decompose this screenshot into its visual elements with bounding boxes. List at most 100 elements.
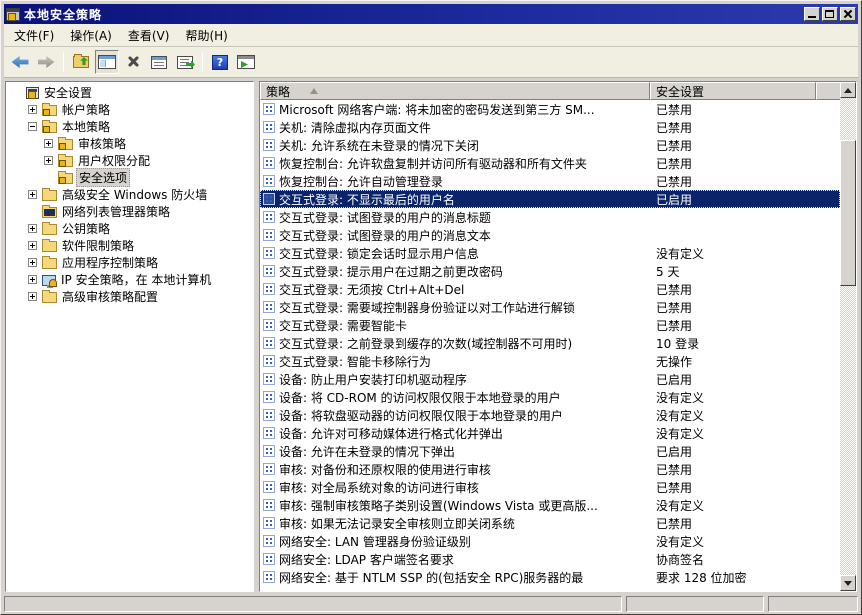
toolbar-delete-button[interactable] — [121, 50, 145, 74]
tree-item[interactable]: 高级审核策略配置 — [6, 288, 253, 305]
policy-doc-icon — [263, 373, 275, 385]
policy-row[interactable]: 恢复控制台: 允许软盘复制并访问所有驱动器和所有文件夹已禁用 — [260, 154, 840, 172]
folder-icon — [42, 224, 57, 235]
tree-item-label: 高级安全 Windows 防火墙 — [60, 186, 209, 203]
policy-row[interactable]: 网络安全: 基于 NTLM SSP 的(包括安全 RPC)服务器的最要求 128… — [260, 568, 840, 586]
policy-row[interactable]: 关机: 允许系统在未登录的情况下关闭已禁用 — [260, 136, 840, 154]
menu-view[interactable]: 查看(V) — [120, 24, 178, 47]
policy-doc-icon — [263, 175, 275, 187]
expand-plus-icon[interactable] — [28, 292, 37, 301]
menu-file[interactable]: 文件(F) — [6, 24, 62, 47]
policy-name: 网络安全: LDAP 客户端签名要求 — [279, 551, 650, 568]
scroll-down-button[interactable] — [840, 575, 856, 591]
toolbar-export-list-button[interactable] — [173, 50, 197, 74]
toolbar-back-button[interactable] — [8, 50, 32, 74]
tree-item[interactable]: 安全设置 — [6, 84, 253, 101]
forward-arrow-icon — [38, 56, 55, 68]
vertical-scrollbar[interactable] — [840, 82, 856, 591]
tree-item[interactable]: IP 安全策略，在 本地计算机 — [6, 271, 253, 288]
title-bar[interactable]: 本地安全策略 — [4, 4, 858, 24]
tree-item[interactable]: 审核策略 — [6, 135, 253, 152]
policy-row[interactable]: 网络安全: LDAP 客户端签名要求协商签名 — [260, 550, 840, 568]
expand-plus-icon[interactable] — [44, 139, 53, 148]
security-setting-value: 已启用 — [650, 443, 816, 460]
scrollbar-thumb[interactable] — [840, 140, 856, 286]
policy-doc-icon — [263, 211, 275, 223]
scroll-down-icon — [844, 581, 852, 586]
toolbar-forward-button[interactable] — [34, 50, 58, 74]
security-setting-value: 没有定义 — [650, 245, 816, 262]
policy-name: 审核: 对备份和还原权限的使用进行审核 — [279, 461, 650, 478]
policy-row[interactable]: 交互式登录: 试图登录的用户的消息文本 — [260, 226, 840, 244]
folder-lock-icon — [42, 105, 57, 116]
tree-item[interactable]: 帐户策略 — [6, 101, 253, 118]
policy-row[interactable]: 设备: 允许在未登录的情况下弹出已启用 — [260, 442, 840, 460]
toolbar-up-one-level-button[interactable] — [69, 50, 93, 74]
minimize-button[interactable] — [804, 7, 820, 21]
tree-item[interactable]: 应用程序控制策略 — [6, 254, 253, 271]
policy-row[interactable]: 设备: 将 CD-ROM 的访问权限仅限于本地登录的用户没有定义 — [260, 388, 840, 406]
toolbar-help-button[interactable] — [208, 50, 232, 74]
policy-doc-icon — [263, 229, 275, 241]
menu-help[interactable]: 帮助(H) — [177, 24, 235, 47]
security-setting-value: 已禁用 — [650, 515, 816, 532]
collapse-minus-icon[interactable] — [28, 122, 37, 131]
tree-item[interactable]: 网络列表管理器策略 — [6, 203, 253, 220]
policy-row[interactable]: 关机: 清除虚拟内存页面文件已禁用 — [260, 118, 840, 136]
security-setting-value: 已禁用 — [650, 281, 816, 298]
policy-row[interactable]: 审核: 如果无法记录安全审核则立即关闭系统已禁用 — [260, 514, 840, 532]
sort-ascending-icon — [310, 88, 318, 94]
tree-item[interactable]: 公钥策略 — [6, 220, 253, 237]
policy-row[interactable]: 交互式登录: 试图登录的用户的消息标题 — [260, 208, 840, 226]
policy-row[interactable]: 交互式登录: 需要智能卡已禁用 — [260, 316, 840, 334]
policy-row[interactable]: 恢复控制台: 允许自动管理登录已禁用 — [260, 172, 840, 190]
close-button[interactable] — [840, 7, 856, 21]
scroll-up-button[interactable] — [840, 82, 856, 98]
expand-plus-icon[interactable] — [28, 258, 37, 267]
tree-item[interactable]: 安全选项 — [6, 169, 253, 186]
tree-item[interactable]: 本地策略 — [6, 118, 253, 135]
expand-plus-icon[interactable] — [28, 224, 37, 233]
security-setting-value: 已禁用 — [650, 101, 816, 118]
policy-doc-icon — [263, 409, 275, 421]
policy-name: 交互式登录: 无须按 Ctrl+Alt+Del — [279, 281, 650, 298]
expand-plus-icon[interactable] — [28, 105, 37, 114]
security-setting-value: 已启用 — [650, 191, 816, 208]
policy-row[interactable]: 设备: 允许对可移动媒体进行格式化并弹出没有定义 — [260, 424, 840, 442]
security-setting-value: 没有定义 — [650, 407, 816, 424]
policy-row[interactable]: 交互式登录: 锁定会话时显示用户信息没有定义 — [260, 244, 840, 262]
expand-plus-icon[interactable] — [28, 241, 37, 250]
column-header-policy[interactable]: 策略 — [260, 82, 650, 100]
policy-row[interactable]: 网络安全: LAN 管理器身份验证级别没有定义 — [260, 532, 840, 550]
tree-item[interactable]: 高级安全 Windows 防火墙 — [6, 186, 253, 203]
expand-plus-icon[interactable] — [28, 275, 37, 284]
policy-row[interactable]: 交互式登录: 之前登录到缓存的次数(域控制器不可用时)10 登录 — [260, 334, 840, 352]
policy-row[interactable]: 交互式登录: 智能卡移除行为无操作 — [260, 352, 840, 370]
policy-row[interactable]: 审核: 强制审核策略子类别设置(Windows Vista 或更高版...没有定… — [260, 496, 840, 514]
policy-row[interactable]: 交互式登录: 无须按 Ctrl+Alt+Del已禁用 — [260, 280, 840, 298]
policy-row[interactable]: 交互式登录: 需要域控制器身份验证以对工作站进行解锁已禁用 — [260, 298, 840, 316]
tree-item[interactable]: 软件限制策略 — [6, 237, 253, 254]
expand-plus-icon[interactable] — [28, 190, 37, 199]
policy-row[interactable]: Microsoft 网络客户端: 将未加密的密码发送到第三方 SM...已禁用 — [260, 100, 840, 118]
expand-plus-icon[interactable] — [44, 156, 53, 165]
delete-x-icon — [126, 55, 140, 69]
security-setting-value: 要求 128 位加密 — [650, 569, 816, 586]
toolbar-properties-button[interactable] — [147, 50, 171, 74]
policy-row[interactable]: 审核: 对全局系统对象的访问进行审核已禁用 — [260, 478, 840, 496]
column-header-setting[interactable]: 安全设置 — [650, 82, 816, 100]
policy-row[interactable]: 审核: 对备份和还原权限的使用进行审核已禁用 — [260, 460, 840, 478]
policy-row[interactable]: 交互式登录: 不显示最后的用户名已启用 — [260, 190, 840, 208]
policy-name: 审核: 对全局系统对象的访问进行审核 — [279, 479, 650, 496]
policy-row[interactable]: 设备: 防止用户安装打印机驱动程序已启用 — [260, 370, 840, 388]
security-setting-value: 无操作 — [650, 353, 816, 370]
policy-row[interactable]: 交互式登录: 提示用户在过期之前更改密码5 天 — [260, 262, 840, 280]
menu-action[interactable]: 操作(A) — [62, 24, 120, 47]
policy-name: 交互式登录: 试图登录的用户的消息标题 — [279, 209, 650, 226]
toolbar-new-window-button[interactable] — [234, 50, 258, 74]
maximize-button[interactable] — [822, 7, 838, 21]
toolbar-show-console-tree-button[interactable] — [95, 50, 119, 74]
policy-row[interactable]: 设备: 将软盘驱动器的访问权限仅限于本地登录的用户没有定义 — [260, 406, 840, 424]
column-header-setting-label: 安全设置 — [656, 83, 704, 100]
tree-item[interactable]: 用户权限分配 — [6, 152, 253, 169]
